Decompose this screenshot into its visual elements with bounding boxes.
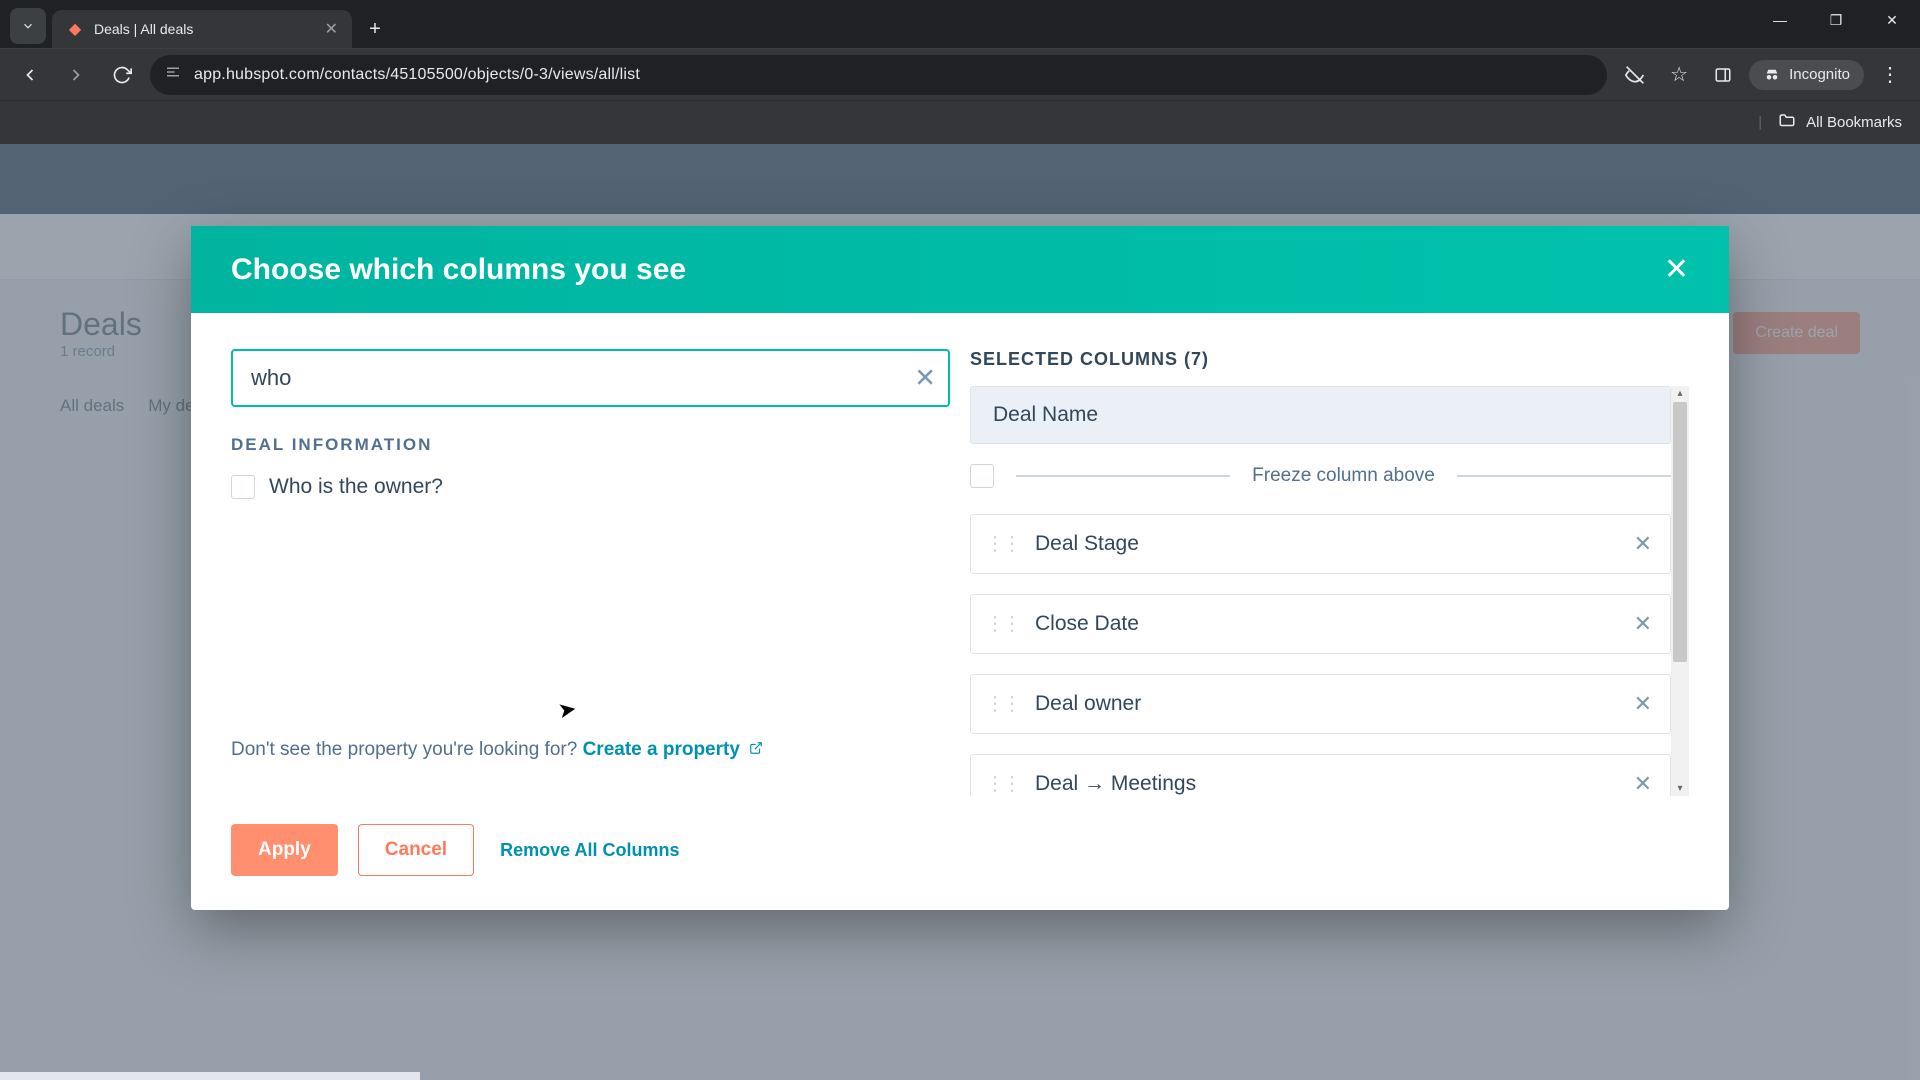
back-button[interactable] xyxy=(12,57,48,93)
minimize-button[interactable]: ― xyxy=(1752,0,1808,40)
frozen-column-label: Deal Name xyxy=(993,403,1098,426)
apply-button[interactable]: Apply xyxy=(231,824,338,876)
modal-header: Choose which columns you see ✕ xyxy=(191,226,1729,313)
modal-footer: Apply Cancel Remove All Columns xyxy=(191,796,1729,910)
drag-handle-icon[interactable]: ⋮⋮ xyxy=(985,619,1019,629)
clear-search-button[interactable]: ✕ xyxy=(914,363,936,394)
drag-handle-icon[interactable]: ⋮⋮ xyxy=(985,699,1019,709)
browser-tab[interactable]: ◆ Deals | All deals ✕ xyxy=(52,10,352,48)
modal-title: Choose which columns you see xyxy=(231,253,686,287)
scroll-up-icon[interactable]: ▴ xyxy=(1677,386,1682,401)
bookmarks-bar: | All Bookmarks xyxy=(0,100,1920,144)
address-bar[interactable]: app.hubspot.com/contacts/45105500/object… xyxy=(150,55,1607,95)
divider-line xyxy=(1457,475,1671,477)
taskbar-fragment xyxy=(0,1072,420,1080)
search-field-wrapper: ✕ xyxy=(231,349,950,407)
selected-column-item[interactable]: ⋮⋮ Deal → Meetings ✕ xyxy=(970,754,1671,796)
browser-toolbar: app.hubspot.com/contacts/45105500/object… xyxy=(0,48,1920,100)
property-group-header: DEAL INFORMATION xyxy=(231,435,950,455)
selected-columns-list: Deal Name Freeze column above ⋮⋮ Deal St… xyxy=(970,386,1689,796)
tab-search-button[interactable] xyxy=(10,8,46,44)
window-controls: ― ❐ ✕ xyxy=(1752,0,1920,40)
scrollbar-thumb[interactable] xyxy=(1673,402,1687,662)
selected-columns-header: SELECTED COLUMNS (7) xyxy=(970,349,1689,370)
modal-close-button[interactable]: ✕ xyxy=(1664,252,1689,287)
scroll-down-icon[interactable]: ▾ xyxy=(1677,781,1682,796)
property-result-row[interactable]: Who is the owner? xyxy=(231,475,950,499)
tab-title: Deals | All deals xyxy=(94,21,315,37)
reload-button[interactable] xyxy=(104,57,140,93)
external-link-icon xyxy=(749,742,763,759)
freeze-divider-row: Freeze column above xyxy=(970,464,1671,488)
remove-all-columns-link[interactable]: Remove All Columns xyxy=(500,840,679,861)
bookmark-star-icon[interactable]: ☆ xyxy=(1661,57,1697,93)
tab-strip: ◆ Deals | All deals ✕ + ― ❐ ✕ xyxy=(0,0,1920,48)
frozen-column-item[interactable]: Deal Name xyxy=(970,386,1671,444)
close-window-button[interactable]: ✕ xyxy=(1864,0,1920,40)
divider-line xyxy=(1016,475,1230,477)
browser-menu-button[interactable]: ⋮ xyxy=(1872,57,1908,93)
maximize-button[interactable]: ❐ xyxy=(1808,0,1864,40)
hubspot-favicon-icon: ◆ xyxy=(66,20,84,38)
new-tab-button[interactable]: + xyxy=(358,12,392,46)
drag-handle-icon[interactable]: ⋮⋮ xyxy=(985,539,1019,549)
browser-chrome: ◆ Deals | All deals ✕ + ― ❐ ✕ app.hubspo… xyxy=(0,0,1920,144)
property-label: Who is the owner? xyxy=(269,475,443,499)
selected-column-label: Deal Stage xyxy=(1035,532,1618,556)
remove-column-button[interactable]: ✕ xyxy=(1634,611,1652,637)
create-property-link[interactable]: Create a property xyxy=(583,739,740,760)
selected-column-item[interactable]: ⋮⋮ Deal Stage ✕ xyxy=(970,514,1671,574)
eye-off-icon[interactable] xyxy=(1617,57,1653,93)
forward-button[interactable] xyxy=(58,57,94,93)
url-text: app.hubspot.com/contacts/45105500/object… xyxy=(194,66,640,84)
side-panel-icon[interactable] xyxy=(1705,57,1741,93)
selected-column-label: Close Date xyxy=(1035,612,1618,636)
page-viewport: Deals 1 record Create deal All deals My … xyxy=(0,144,1920,1080)
incognito-indicator[interactable]: Incognito xyxy=(1749,60,1864,90)
freeze-label: Freeze column above xyxy=(1252,465,1435,487)
vertical-scrollbar[interactable]: ▴ ▾ xyxy=(1671,386,1689,796)
property-checkbox[interactable] xyxy=(231,475,255,499)
selected-column-item[interactable]: ⋮⋮ Deal owner ✕ xyxy=(970,674,1671,734)
all-bookmarks-button[interactable]: All Bookmarks xyxy=(1806,114,1902,131)
freeze-checkbox[interactable] xyxy=(970,464,994,488)
folder-icon xyxy=(1778,112,1796,134)
incognito-label: Incognito xyxy=(1789,66,1850,83)
site-info-icon[interactable] xyxy=(164,63,182,86)
close-tab-button[interactable]: ✕ xyxy=(325,19,338,39)
mouse-cursor-icon: ➤ xyxy=(556,696,579,725)
selected-column-label: Deal → Meetings xyxy=(1035,772,1618,796)
selected-column-label: Deal owner xyxy=(1035,692,1618,716)
helper-text: Don't see the property you're looking fo… xyxy=(231,739,950,761)
remove-column-button[interactable]: ✕ xyxy=(1634,771,1652,796)
drag-handle-icon[interactable]: ⋮⋮ xyxy=(985,779,1019,789)
remove-column-button[interactable]: ✕ xyxy=(1634,531,1652,557)
remove-column-button[interactable]: ✕ xyxy=(1634,691,1652,717)
selected-column-item[interactable]: ⋮⋮ Close Date ✕ xyxy=(970,594,1671,654)
cancel-button[interactable]: Cancel xyxy=(358,824,474,876)
edit-columns-modal: Choose which columns you see ✕ ✕ DEAL IN… xyxy=(191,226,1729,910)
property-search-input[interactable] xyxy=(231,349,950,407)
